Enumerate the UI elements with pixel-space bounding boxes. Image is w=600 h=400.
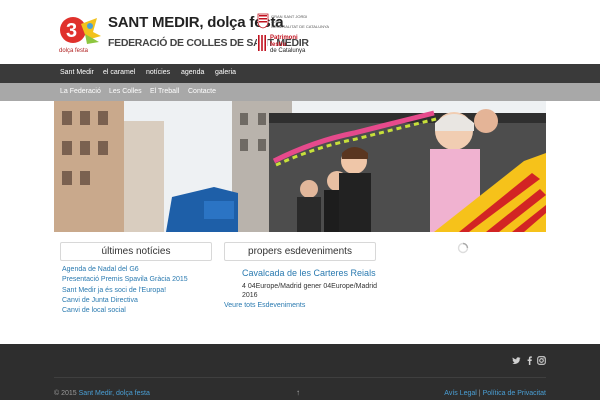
footer-separator: | [478,390,481,397]
event-title-link[interactable]: Cavalcada de les Carteres Reials [242,268,376,278]
instagram-icon[interactable] [537,356,546,365]
privacy-policy-link[interactable]: Política de Privacitat [483,390,546,397]
copyright-year: © 2015 [54,390,77,397]
nav-item-contacte[interactable]: Contacte [188,88,216,95]
copyright: © 2015 Sant Medir, dolça festa [54,390,150,397]
partner-logo-generalitat[interactable]: GRAN SANT JORDI 2016 GENERALITAT DE CATA… [257,13,329,31]
copyright-site-link[interactable]: Sant Medir, dolça festa [79,390,150,397]
back-to-top-icon[interactable]: ↑ [296,388,300,397]
footer-divider [54,377,546,378]
legal-notice-link[interactable]: Avís Legal [444,390,477,397]
all-events-link[interactable]: Veure tots Esdeveniments [224,302,305,309]
event-date: 4 04Europe/Madrid gener 04Europe/Madrid … [242,283,378,299]
nav-item-sant-medir[interactable]: Sant Medir [60,69,94,76]
site-footer: © 2015 Sant Medir, dolça festa ↑ Avís Le… [0,344,600,400]
partner2-line3: de Catalunya [270,48,306,54]
loading-spinner-icon [457,242,469,254]
hero-illustration [54,101,546,232]
nav-item-el-treball[interactable]: El Treball [150,88,179,95]
nav-item-galeria[interactable]: galeria [215,69,236,76]
events-heading: propers esdeveniments [224,242,376,261]
primary-nav: Sant Medir el caramel notícies agenda ga… [0,64,600,83]
footer-links: Avís Legal | Política de Privacitat [444,390,546,397]
news-heading: últimes notícies [60,242,212,261]
nav-item-la-federacio[interactable]: La Federació [60,88,101,95]
partner1-text: GRAN SANT JORDI 2016 GENERALITAT DE CATA… [271,14,329,29]
news-item[interactable]: Canvi de local social [62,307,126,314]
nav-item-el-caramel[interactable]: el caramel [103,69,135,76]
facebook-icon[interactable] [525,356,534,365]
logo-caption: dolça festa [59,48,89,54]
crest-icon [257,13,269,29]
news-item[interactable]: Agenda de Nadal del G6 [62,266,139,273]
hero-photo [54,101,546,232]
partner2-line1: Patrimoni [270,35,298,41]
news-item[interactable]: Canvi de Junta Directiva [62,297,138,304]
secondary-nav: La Federació Les Colles El Treball Conta… [0,83,600,101]
logo-icon[interactable]: 3 dolça festa [57,12,103,54]
nav-item-agenda[interactable]: agenda [181,69,204,76]
partner-logo-patrimoni[interactable]: Patrimoni festiu de Catalunya [257,35,317,55]
partner2-text: Patrimoni festiu de Catalunya [270,35,305,55]
nav-item-noticies[interactable]: notícies [146,69,170,76]
news-item[interactable]: Sant Medir ja és soci de l'Europa! [62,287,166,294]
site-header: 3 dolça festa SANT MEDIR, dolça festa FE… [0,0,600,64]
partner2-line2: festiu [270,41,287,48]
twitter-icon[interactable] [512,356,521,365]
senyera-icon [257,35,267,51]
partner1-line3: GENERALITAT DE CATALUNYA [271,24,330,29]
nav-item-les-colles[interactable]: Les Colles [109,88,142,95]
news-item[interactable]: Presentació Premis Spavila Gràcia 2015 [62,276,188,283]
svg-text:3: 3 [66,20,77,42]
